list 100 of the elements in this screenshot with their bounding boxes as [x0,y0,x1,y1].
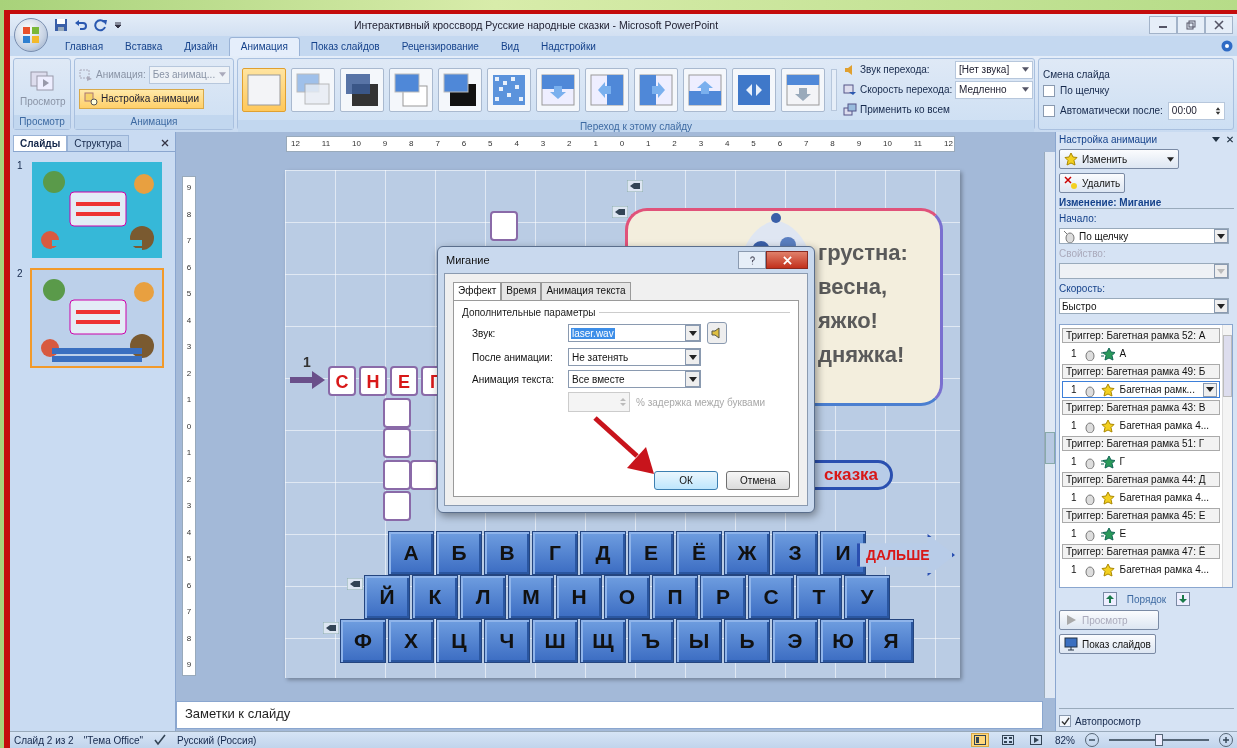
minimize-button[interactable] [1149,16,1177,34]
letter-key[interactable]: Ш [532,619,578,663]
change-button[interactable]: Изменить [1059,149,1179,169]
ribbon-tab[interactable]: Вид [489,38,530,56]
transition-thumbnail[interactable] [291,67,335,112]
remove-button[interactable]: Удалить [1059,173,1126,193]
transition-thumbnail[interactable] [242,67,286,112]
close-icon[interactable] [161,139,169,147]
spellcheck-icon[interactable] [153,733,168,747]
ribbon-tab[interactable]: Рецензирование [390,38,490,56]
vertical-scrollbar[interactable] [1044,152,1055,698]
letter-key[interactable]: Б [436,531,482,575]
letter-key[interactable]: П [652,575,698,619]
transition-thumbnail[interactable] [536,67,580,112]
letter-key[interactable]: Л [460,575,506,619]
effect-item[interactable]: 1 Г [1062,453,1220,470]
view-button[interactable] [999,733,1017,747]
effect-item[interactable]: 1 Багетная рамк... [1062,381,1220,398]
dialog-button[interactable]: ОК [654,471,718,490]
letter-key[interactable]: Н [556,575,602,619]
close-button[interactable] [766,251,808,269]
letter-key[interactable]: Ф [340,619,386,663]
letter-key[interactable]: Т [796,575,842,619]
close-icon[interactable] [1226,136,1234,143]
effect-item[interactable]: 1 Багетная рамка 4... [1062,417,1220,434]
trigger-header[interactable]: Триггер: Багетная рамка 44: Д [1062,472,1220,487]
letter-key[interactable]: Р [700,575,746,619]
transition-thumbnail[interactable] [732,67,776,112]
transition-thumbnail[interactable] [634,67,678,112]
effect-item[interactable]: 1 Е [1062,525,1220,542]
dialog-tab[interactable]: Время [501,282,542,300]
letter-key[interactable]: Й [364,575,410,619]
dialog-tab[interactable]: Анимация текста [541,282,631,300]
letter-key[interactable]: Я [868,619,914,663]
checkbox[interactable] [1043,84,1055,97]
ribbon-tab[interactable]: Дизайн [173,38,229,56]
transition-thumbnail[interactable] [585,67,629,112]
ribbon-tab[interactable]: Вставка [114,38,174,56]
dialog-button[interactable]: Отмена [726,471,790,490]
transition-thumbnail[interactable] [683,67,727,112]
transition-thumbnail[interactable] [487,67,531,112]
letter-key[interactable]: В [484,531,530,575]
letter-key[interactable]: И [820,531,866,575]
letter-key[interactable]: Ж [724,531,770,575]
letter-key[interactable]: У [844,575,890,619]
speaker-button[interactable] [707,322,727,344]
letter-key[interactable]: Э [772,619,818,663]
slide-show-button[interactable]: Показ слайдов [1059,634,1156,654]
time-spinner[interactable]: 00:00 [1167,101,1225,120]
save-icon[interactable] [54,18,68,32]
letter-key[interactable]: Г [532,531,578,575]
dialog-dropdown[interactable]: Все вместе [568,370,701,388]
list-scrollbar[interactable] [1222,325,1232,587]
ribbon-tab[interactable]: Главная [54,38,115,56]
redo-icon[interactable] [94,18,108,32]
letter-key[interactable]: Ь [724,619,770,663]
trigger-header[interactable]: Триггер: Багетная рамка 43: В [1062,400,1220,415]
ribbon-tab[interactable]: Анимация [228,37,300,56]
pane-menu-caret-icon[interactable] [1212,136,1220,143]
transition-thumbnail[interactable] [781,67,825,112]
ribbon-tab[interactable]: Показ слайдов [299,38,391,56]
letter-key[interactable]: З [772,531,818,575]
custom-animation-button[interactable]: Настройка анимации [79,88,204,109]
trigger-header[interactable]: Триггер: Багетная рамка 49: Б [1062,364,1220,379]
help-button[interactable] [738,251,766,269]
letter-key[interactable]: Ъ [628,619,674,663]
letter-key[interactable]: Х [388,619,434,663]
move-up-button[interactable] [1102,592,1117,606]
trigger-header[interactable]: Триггер: Багетная рамка 52: А [1062,328,1220,343]
move-down-button[interactable] [1176,592,1191,606]
letter-key[interactable]: О [604,575,650,619]
effect-item[interactable]: 1 Багетная рамка 4... [1062,561,1220,578]
customize-caret-icon[interactable] [114,21,122,29]
letter-key[interactable]: Щ [580,619,626,663]
transition-thumbnail[interactable] [438,67,482,112]
trigger-header[interactable]: Триггер: Багетная рамка 51: Г [1062,436,1220,451]
transition-thumbnail[interactable] [389,67,433,112]
panel-tab[interactable]: Слайды [13,135,68,151]
effect-item[interactable]: 1 Багетная рамка 4... [1062,489,1220,506]
notes-field[interactable]: Заметки к слайду [176,701,1043,729]
letter-key[interactable]: Д [580,531,626,575]
letter-key[interactable]: Е [628,531,674,575]
apply-to-all-button[interactable]: Применить ко всем [843,102,950,117]
letter-key[interactable]: Ц [436,619,482,663]
letter-key[interactable]: Ё [676,531,722,575]
trigger-header[interactable]: Триггер: Багетная рамка 47: Ё [1062,544,1220,559]
letter-key[interactable]: М [508,575,554,619]
undo-icon[interactable] [74,18,88,32]
dialog-tab[interactable]: Эффект [453,282,502,300]
view-button[interactable] [1027,733,1045,747]
dialog-dropdown[interactable]: Не затенять [568,348,701,366]
restore-button[interactable] [1177,16,1205,34]
effect-item[interactable]: 1 А [1062,345,1220,362]
transition-sound-dropdown[interactable]: [Нет звука] [955,60,1033,79]
checkbox[interactable] [1043,104,1055,117]
speed-dropdown[interactable]: Быстро [1059,298,1229,314]
ribbon-tab[interactable]: Надстройки [530,38,607,56]
close-button[interactable] [1205,16,1233,34]
letter-key[interactable]: Ч [484,619,530,663]
help-icon[interactable] [1221,40,1233,52]
